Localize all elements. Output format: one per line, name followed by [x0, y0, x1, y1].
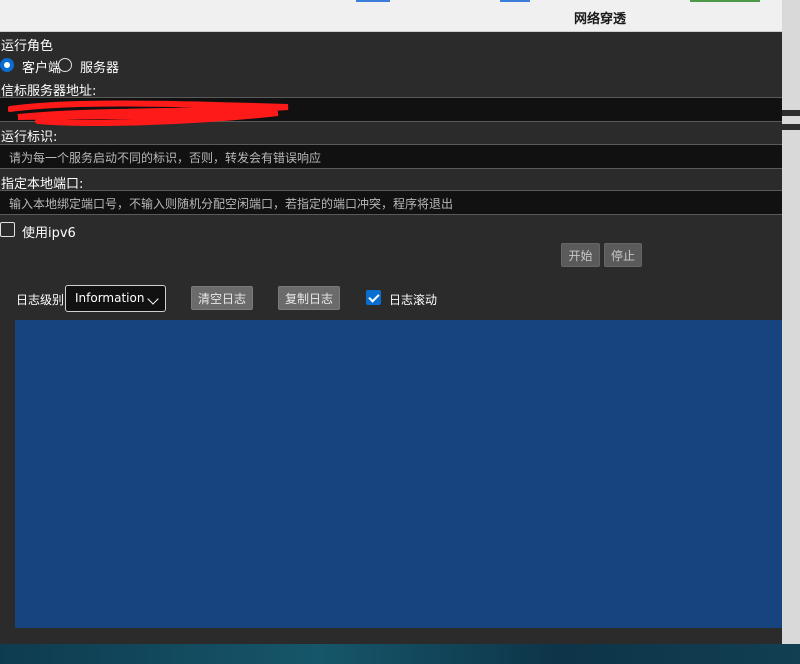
- log-level-select[interactable]: Information: [65, 285, 166, 312]
- client-radio-label[interactable]: 客户端: [22, 57, 61, 76]
- run-id-label: 运行标识:: [1, 130, 58, 145]
- log-scroll-label[interactable]: 日志滚动: [389, 291, 437, 308]
- ipv6-label[interactable]: 使用ipv6: [22, 222, 76, 241]
- window-title: 网络穿透: [573, 12, 626, 27]
- app-window: 网络穿透 运行角色 客户端 服务器 信标服务器地址: 运行标识: 指定本地端口:…: [0, 0, 782, 644]
- start-button[interactable]: 开始: [561, 243, 600, 267]
- log-output-area[interactable]: [15, 320, 782, 628]
- run-id-field[interactable]: [0, 144, 782, 169]
- desktop-edge: [782, 0, 800, 664]
- desktop-wallpaper: [0, 644, 800, 664]
- log-scroll-checkbox[interactable]: [366, 290, 381, 305]
- ipv6-checkbox[interactable]: [0, 222, 15, 237]
- log-level-label: 日志级别:: [16, 293, 69, 307]
- log-level-value: Information: [75, 291, 145, 305]
- local-port-input[interactable]: [7, 194, 771, 214]
- server-radio-label[interactable]: 服务器: [80, 57, 119, 76]
- local-port-field[interactable]: [0, 190, 782, 215]
- server-radio[interactable]: [58, 58, 72, 72]
- title-bar[interactable]: 网络穿透: [0, 0, 782, 32]
- client-radio[interactable]: [0, 58, 14, 72]
- chevron-down-icon: [147, 293, 159, 305]
- stop-button[interactable]: 停止: [604, 243, 642, 267]
- role-heading: 运行角色: [1, 39, 54, 54]
- clear-log-button[interactable]: 清空日志: [191, 286, 253, 310]
- copy-log-button[interactable]: 复制日志: [278, 286, 340, 310]
- redaction-scribble: [8, 100, 289, 126]
- run-id-input[interactable]: [7, 148, 771, 168]
